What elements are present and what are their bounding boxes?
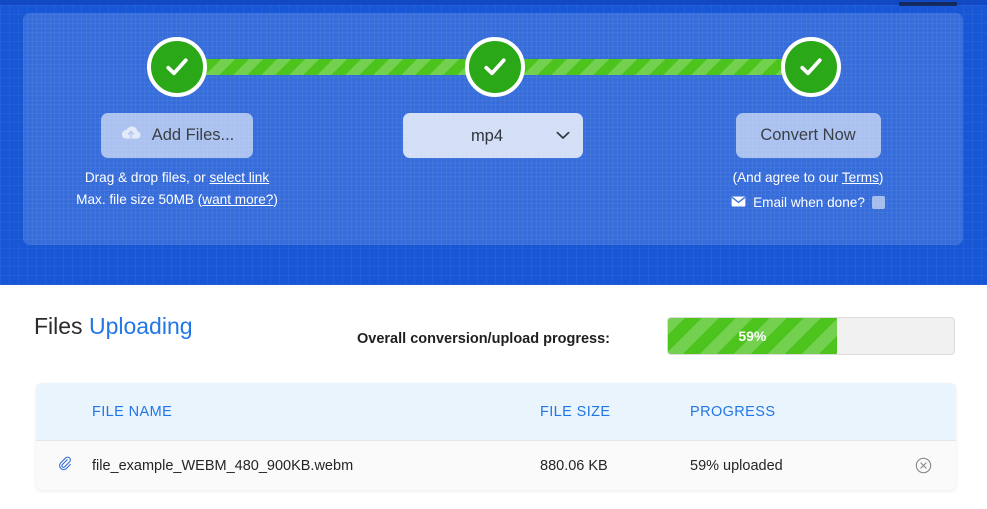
format-column: mp4: [373, 113, 613, 158]
files-table-header: FILE NAME FILE SIZE PROGRESS: [36, 383, 956, 440]
add-files-button[interactable]: Add Files...: [101, 113, 253, 158]
files-section-title: Files Uploading: [34, 313, 193, 340]
table-row: file_example_WEBM_480_900KB.webm 880.06 …: [36, 440, 956, 490]
paperclip-icon: [56, 455, 73, 477]
overall-progress-label: Overall conversion/upload progress:: [357, 331, 611, 347]
convert-column: Convert Now (And agree to our Terms) Ema: [678, 113, 938, 210]
convert-now-label: Convert Now: [760, 126, 856, 144]
files-table: FILE NAME FILE SIZE PROGRESS file_exampl…: [36, 383, 956, 490]
overall-progress-fill: 59%: [668, 318, 837, 354]
converter-page: Add Files... Drag & drop files, or selec…: [0, 0, 987, 509]
add-files-column: Add Files... Drag & drop files, or selec…: [47, 113, 307, 212]
hint-max-size-text: Max. file size 50MB (: [76, 192, 203, 208]
want-more-link[interactable]: want more?: [202, 192, 273, 207]
cell-file-size: 880.06 KB: [540, 457, 608, 474]
email-when-done-row: Email when done?: [678, 195, 938, 210]
check-icon: [480, 52, 510, 82]
hint-drag-drop: Drag & drop files, or select link: [47, 167, 307, 189]
hero-dark-bar: [899, 2, 957, 6]
files-title-accent: Uploading: [88, 313, 193, 339]
check-icon: [796, 52, 826, 82]
row-clip-cell: [36, 455, 92, 477]
overall-progress-text: 59%: [738, 328, 767, 344]
output-format-select[interactable]: mp4: [403, 113, 583, 158]
files-title-plain: Files: [34, 313, 83, 339]
step-connector-2: [511, 59, 803, 75]
check-icon: [162, 52, 192, 82]
step-connector-1: [193, 59, 483, 75]
envelope-icon: [731, 195, 746, 210]
step-3-complete: [781, 37, 841, 97]
email-when-done-label: Email when done?: [753, 195, 865, 211]
cell-file-name: file_example_WEBM_480_900KB.webm: [92, 457, 354, 474]
column-header-file-name: FILE NAME: [92, 403, 173, 420]
upload-hints: Drag & drop files, or select link Max. f…: [47, 167, 307, 212]
overall-progress-bar: 59%: [667, 317, 955, 355]
remove-file-button[interactable]: [915, 457, 932, 474]
terms-prefix: (And agree to our: [732, 170, 842, 185]
column-header-progress: PROGRESS: [690, 403, 776, 420]
email-when-done-checkbox[interactable]: [871, 196, 885, 210]
hint-drag-drop-text: Drag & drop files, or: [84, 170, 210, 185]
format-select-wrap: mp4: [403, 113, 583, 158]
progress-stepper: Add Files... Drag & drop files, or selec…: [23, 13, 963, 245]
hero-inner-card: Add Files... Drag & drop files, or selec…: [23, 13, 963, 245]
cell-progress: 59% uploaded: [690, 457, 783, 474]
hint-max-size: Max. file size 50MB (want more?): [47, 189, 307, 211]
column-header-file-size: FILE SIZE: [540, 403, 611, 420]
remove-circle-icon: [915, 457, 932, 474]
add-files-label: Add Files...: [151, 126, 235, 144]
step-1-complete: [147, 37, 207, 97]
terms-suffix: ): [878, 170, 884, 185]
terms-link[interactable]: Terms: [842, 170, 879, 185]
step-2-complete: [465, 37, 525, 97]
convert-now-button[interactable]: Convert Now: [735, 113, 881, 158]
select-link[interactable]: select link: [209, 170, 269, 185]
cloud-upload-icon: [120, 124, 142, 147]
hero-top-strip: [0, 0, 987, 5]
terms-hint: (And agree to our Terms): [678, 167, 938, 189]
hero-panel: Add Files... Drag & drop files, or selec…: [0, 0, 987, 285]
hint-max-size-suffix: ): [273, 192, 278, 208]
row-action-cell: [890, 457, 956, 474]
